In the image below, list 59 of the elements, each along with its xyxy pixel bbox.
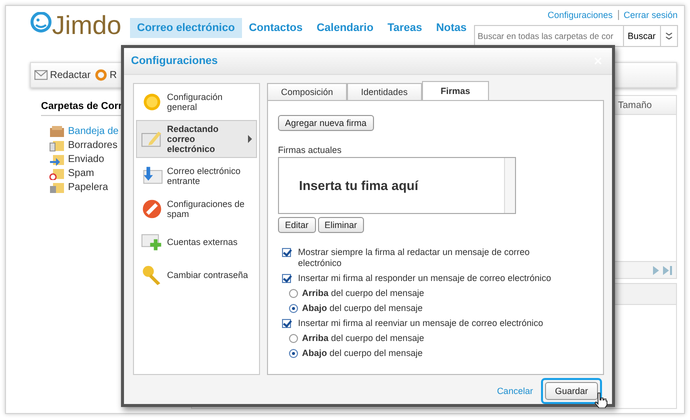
signature-list[interactable]: Inserta tu fima aquí	[278, 157, 516, 214]
option-label: Abajo del cuerpo del mensaje	[302, 303, 423, 314]
folder-icon	[49, 166, 65, 180]
save-button[interactable]: Guardar	[544, 382, 598, 400]
option-label: Insertar mi firma al responder un mensaje de correo electrónico	[298, 273, 552, 284]
folder-item[interactable]: Bandeja de	[49, 124, 119, 138]
envelope-icon[interactable]	[34, 68, 48, 82]
signature-button[interactable]: Editar	[278, 217, 316, 233]
folder-item[interactable]: Spam	[49, 166, 94, 180]
nav-tab[interactable]: Contactos	[242, 18, 310, 38]
settings-nav-item[interactable]: Configuraciones de spam	[136, 194, 257, 224]
folder-icon	[49, 124, 65, 138]
checkbox[interactable]	[282, 319, 291, 328]
nav-tab[interactable]: Calendario	[310, 18, 380, 38]
nav-tab[interactable]: Notas	[429, 18, 474, 38]
option-label: Arriba del cuerpo del mensaje	[302, 288, 424, 299]
settings-nav-item[interactable]: Cambiar contraseña	[136, 260, 257, 290]
folder-item[interactable]: Borradores	[49, 138, 118, 152]
option-label: Insertar mi firma al reenviar un mensaje de correo electrónico	[298, 318, 544, 329]
signatures-label: Firmas actuales	[278, 145, 342, 155]
option-label: Abajo del cuerpo del mensaje	[302, 348, 423, 359]
no-entry-icon	[141, 198, 163, 220]
tab[interactable]: Composición	[267, 83, 348, 100]
key-icon	[141, 264, 163, 286]
toolbar-button[interactable]: Redactar	[50, 70, 91, 80]
nav-tab[interactable]: Tareas	[380, 18, 430, 38]
column-header[interactable]: Tamaño	[618, 100, 676, 110]
sun-icon	[141, 91, 163, 113]
search-field[interactable]: Buscar en todas las carpetas de cor Buscar	[474, 25, 678, 47]
option-label: Mostrar siempre la firma al redactar un mensaje de correo electrónico	[298, 247, 531, 269]
settings-nav-item[interactable]: Correo electrónico entrante	[136, 161, 257, 191]
add-signature-button[interactable]: Agregar nueva firma	[278, 115, 374, 131]
logo: Jimdo	[52, 12, 122, 38]
settings-nav-item[interactable]: Cuentas externas	[136, 227, 257, 257]
option-label: Arriba del cuerpo del mensaje	[302, 333, 424, 344]
tab[interactable]: Firmas	[422, 81, 490, 100]
folder-item[interactable]: Enviado	[49, 152, 104, 166]
folder-icon	[49, 180, 65, 194]
radio-button[interactable]	[289, 349, 298, 358]
envelope-arrow-icon	[141, 165, 163, 187]
radio-button[interactable]	[289, 289, 298, 298]
tab[interactable]: Identidades	[347, 83, 422, 100]
folder-icon	[49, 152, 65, 166]
signature-button[interactable]: Eliminar	[318, 217, 364, 233]
folder-item[interactable]: Papelera	[49, 180, 108, 194]
radio-button[interactable]	[289, 304, 298, 313]
envelope-plus-icon	[141, 231, 163, 253]
last-page-icon[interactable]	[663, 266, 672, 274]
radio-button[interactable]	[289, 334, 298, 343]
checkbox[interactable]	[282, 248, 291, 257]
settings-link[interactable]: Configuraciones	[548, 10, 613, 20]
folder-icon	[49, 138, 65, 152]
settings-nav-item[interactable]: Redactando correo electrónico	[136, 120, 257, 158]
dialog-title: Configuraciones	[131, 55, 218, 67]
next-page-icon[interactable]	[652, 266, 660, 274]
checkbox[interactable]	[282, 274, 291, 283]
logout-link[interactable]: Cerrar sesión	[618, 10, 678, 20]
toolbar-button[interactable]: R	[110, 70, 117, 80]
chevron-icon[interactable]	[664, 32, 673, 40]
